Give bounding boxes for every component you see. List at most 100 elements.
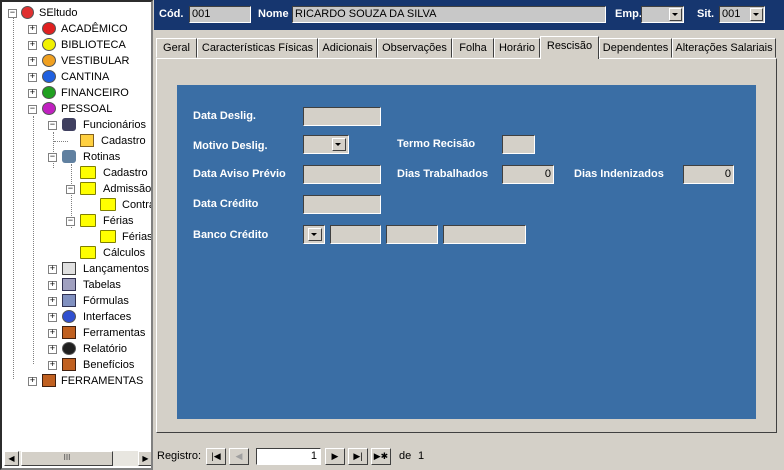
data-aviso-previo-field[interactable] <box>303 165 381 184</box>
tree-item-ferias[interactable]: − Férias <box>66 213 151 229</box>
tree-item-rotinas[interactable]: − Rotinas <box>48 149 148 165</box>
collapse-icon[interactable]: − <box>8 9 17 18</box>
motivo-deslig-label: Motivo Deslig. <box>193 140 268 152</box>
new-record-button[interactable]: ▶✱ <box>371 448 391 465</box>
tree-horizontal-scrollbar[interactable]: ◀ III ▶ <box>4 451 151 466</box>
tree-item-vestibular[interactable]: + VESTIBULAR <box>28 53 148 69</box>
chevron-down-icon[interactable] <box>750 8 763 21</box>
tab-geral[interactable]: Geral <box>156 38 197 58</box>
data-aviso-previo-label: Data Aviso Prévio <box>193 168 286 180</box>
tree-label: BIBLIOTECA <box>61 39 126 51</box>
scroll-left-button[interactable]: ◀ <box>4 451 19 466</box>
sit-label: Sit. <box>697 8 715 20</box>
emp-select[interactable] <box>641 6 684 23</box>
record-number-input[interactable]: 1 <box>256 448 321 465</box>
expand-icon[interactable]: + <box>48 281 57 290</box>
expand-icon[interactable]: + <box>48 265 57 274</box>
tree-label: SEltudo <box>39 7 78 19</box>
tab-caracteristicas-fisicas[interactable]: Características Físicas <box>197 38 318 58</box>
banco-codigo-field[interactable] <box>330 225 381 244</box>
expand-icon[interactable]: + <box>48 297 57 306</box>
tree-item-ferias-sub[interactable]: Férias <box>84 229 153 245</box>
data-deslig-field[interactable] <box>303 107 381 126</box>
motivo-deslig-select[interactable] <box>303 135 349 154</box>
tab-observacoes[interactable]: Observações <box>377 38 452 58</box>
dias-trabalhados-field[interactable]: 0 <box>502 165 554 184</box>
tree-item-interfaces[interactable]: + Interfaces <box>48 309 148 325</box>
tree-item-formulas[interactable]: + Fórmulas <box>48 293 148 309</box>
tree-item-admissao[interactable]: − Admissão <box>66 181 151 197</box>
data-credito-label: Data Crédito <box>193 198 259 210</box>
tree-item-funcionarios-cadastro[interactable]: Cadastro <box>54 133 148 149</box>
tree-item-contra[interactable]: Contra <box>84 197 151 213</box>
sit-select[interactable]: 001 <box>719 6 765 23</box>
expand-icon[interactable]: + <box>28 377 37 386</box>
tab-adicionais[interactable]: Adicionais <box>318 38 377 58</box>
tree-item-ferramentas-root[interactable]: + FERRAMENTAS <box>28 373 150 389</box>
scroll-right-button[interactable]: ▶ <box>138 451 151 466</box>
navigation-tree[interactable]: − SEltudo + ACADÊMICO + BIBLIOTECA + VES… <box>0 0 153 470</box>
collapse-icon[interactable]: − <box>48 121 57 130</box>
tree-item-rotinas-cadastro[interactable]: Cadastro <box>66 165 148 181</box>
expand-icon[interactable]: + <box>48 313 57 322</box>
tree-item-lancamentos[interactable]: + Lançamentos <box>48 261 149 277</box>
biblioteca-icon <box>42 38 56 51</box>
banco-agencia-field[interactable] <box>386 225 438 244</box>
expand-icon[interactable]: + <box>28 41 37 50</box>
tab-horario[interactable]: Horário <box>494 38 540 58</box>
chevron-down-icon[interactable] <box>332 138 346 151</box>
previous-record-button[interactable]: ◀ <box>229 448 249 465</box>
tree-item-biblioteca[interactable]: + BIBLIOTECA <box>28 37 148 53</box>
sit-value: 001 <box>722 8 741 20</box>
banco-credito-select[interactable] <box>303 225 325 244</box>
tree-label: Relatório <box>83 343 128 355</box>
tree-item-academico[interactable]: + ACADÊMICO <box>28 21 148 37</box>
tree-item-ferramentas[interactable]: + Ferramentas <box>48 325 148 341</box>
banco-conta-field[interactable] <box>443 225 526 244</box>
tree-item-financeiro[interactable]: + FINANCEIRO <box>28 85 148 101</box>
collapse-icon[interactable]: − <box>28 105 37 114</box>
expand-icon[interactable]: + <box>48 345 57 354</box>
tree-item-root[interactable]: − SEltudo <box>8 5 148 21</box>
dias-indenizados-field[interactable]: 0 <box>683 165 734 184</box>
tab-rescisao[interactable]: Rescisão <box>540 36 599 59</box>
banco-credito-label: Banco Crédito <box>193 229 269 241</box>
benefits-icon <box>62 358 76 371</box>
next-record-button[interactable]: ▶ <box>325 448 345 465</box>
tree-item-beneficios[interactable]: + Benefícios <box>48 357 148 373</box>
expand-icon[interactable]: + <box>48 361 57 370</box>
tree-label: Férias <box>122 231 153 243</box>
scroll-thumb[interactable]: III <box>21 451 113 466</box>
record-header: Cód. 001 Nome RICARDO SOUZA DA SILVA Emp… <box>154 0 784 30</box>
record-navigator: Registro: |◀ ◀ 1 ▶ ▶| ▶✱ de 1 <box>154 444 784 470</box>
expand-icon[interactable]: + <box>48 329 57 338</box>
tree-label: Fórmulas <box>83 295 129 307</box>
last-record-button[interactable]: ▶| <box>348 448 368 465</box>
collapse-icon[interactable]: − <box>66 185 75 194</box>
expand-icon[interactable]: + <box>28 89 37 98</box>
tree-item-tabelas[interactable]: + Tabelas <box>48 277 148 293</box>
emp-label: Emp. <box>615 8 642 20</box>
first-record-button[interactable]: |◀ <box>206 448 226 465</box>
cod-field[interactable]: 001 <box>189 6 251 23</box>
tree-item-relatorio[interactable]: + Relatório <box>48 341 148 357</box>
tree-item-pessoal[interactable]: − PESSOAL <box>28 101 148 117</box>
tree-item-cantina[interactable]: + CANTINA <box>28 69 148 85</box>
data-credito-field[interactable] <box>303 195 381 214</box>
cadastro-icon <box>80 134 94 147</box>
tree-item-calculos[interactable]: Cálculos <box>66 245 148 261</box>
expand-icon[interactable]: + <box>28 73 37 82</box>
pessoal-icon <box>42 102 56 115</box>
collapse-icon[interactable]: − <box>48 153 57 162</box>
expand-icon[interactable]: + <box>28 25 37 34</box>
tab-dependentes[interactable]: Dependentes <box>599 38 672 58</box>
collapse-icon[interactable]: − <box>66 217 75 226</box>
tab-alteracoes-salariais[interactable]: Alterações Salariais <box>672 38 776 58</box>
expand-icon[interactable]: + <box>28 57 37 66</box>
nome-field[interactable]: RICARDO SOUZA DA SILVA <box>292 6 606 23</box>
tree-item-funcionarios[interactable]: − Funcionários <box>48 117 148 133</box>
chevron-down-icon[interactable] <box>669 8 682 21</box>
termo-recisao-field[interactable] <box>502 135 535 154</box>
tab-folha[interactable]: Folha <box>452 38 494 58</box>
chevron-down-icon[interactable] <box>308 228 322 241</box>
